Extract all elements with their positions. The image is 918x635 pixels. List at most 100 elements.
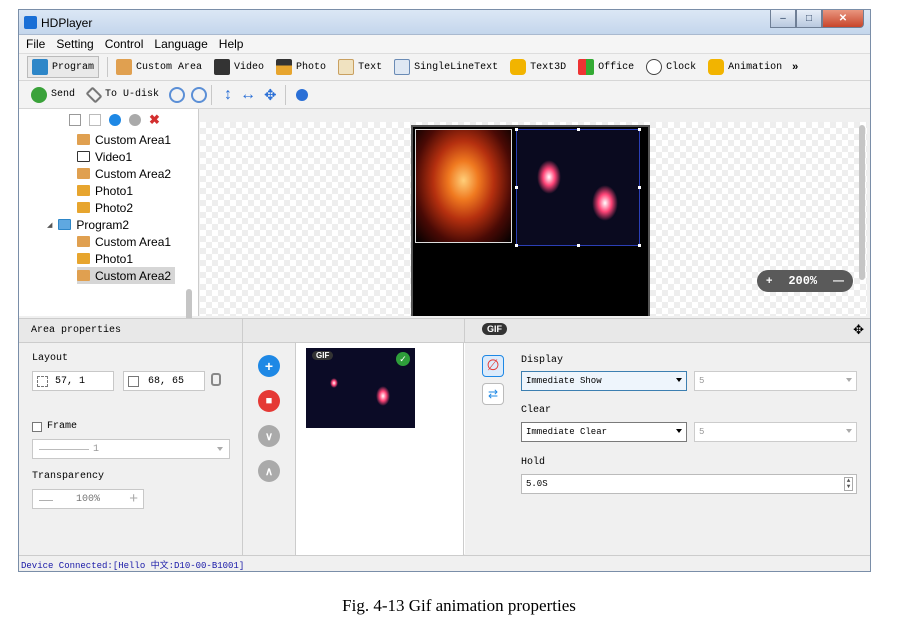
clear-speed-select[interactable]: 5	[694, 422, 857, 442]
tree-item-label: Video1	[95, 149, 133, 164]
copy-icon[interactable]	[69, 114, 81, 126]
move-down-icon[interactable]	[129, 114, 141, 126]
app-icon	[24, 16, 37, 29]
gif-list: GIF ✓	[296, 343, 464, 555]
menu-setting[interactable]: Setting	[56, 37, 93, 51]
delete-button[interactable]: ■	[258, 390, 280, 412]
custom-area-button[interactable]: Custom Area	[112, 56, 206, 78]
tree-item-photo[interactable]: Photo2	[77, 199, 133, 216]
firework-spark	[330, 378, 338, 388]
status-bar: Device Connected:[Hello 中文:D10-00-B1001]	[19, 555, 870, 571]
menu-language[interactable]: Language	[154, 37, 207, 51]
menu-help[interactable]: Help	[219, 37, 244, 51]
custom-area1-preview[interactable]	[415, 129, 512, 243]
delete-icon[interactable]: ✖	[149, 112, 160, 128]
zoom-out-button[interactable]: —	[833, 275, 844, 287]
video-button[interactable]: Video	[210, 56, 268, 78]
clear-effect-select[interactable]: Immediate Clear	[521, 422, 687, 442]
animation-button[interactable]: Animation	[704, 56, 786, 78]
chevron-down-icon	[676, 429, 682, 433]
video-icon	[214, 59, 231, 75]
app-window: HDPlayer – □ ✕ File Setting Control Lang…	[18, 9, 871, 572]
menu-bar: File Setting Control Language Help	[19, 35, 870, 54]
close-button[interactable]: ✕	[822, 10, 864, 28]
hold-time-stepper[interactable]: 5.0S ▲ ▼	[521, 474, 857, 494]
program-button[interactable]: Program	[27, 56, 100, 78]
spin-arrows-icon[interactable]: ▲ ▼	[844, 477, 853, 491]
move-up-button[interactable]: ∧	[258, 460, 280, 482]
canvas-scrollbar[interactable]	[859, 125, 865, 280]
move-down-button[interactable]: ∨	[258, 425, 280, 447]
photo-icon	[276, 59, 293, 75]
text-button[interactable]: Text	[334, 56, 386, 78]
custom-area2-preview[interactable]	[515, 128, 641, 247]
tree-item-label: Program2	[76, 217, 130, 232]
office-button[interactable]: Office	[574, 56, 638, 78]
no-effect-icon[interactable]: ∅	[482, 355, 504, 377]
tree-item-program[interactable]: ◢ Program2	[47, 216, 129, 233]
frame-checkbox[interactable]	[32, 422, 42, 432]
detach-panel-icon[interactable]: ✥	[853, 322, 864, 338]
to-udisk-button[interactable]: To U-disk	[83, 84, 163, 106]
paste-icon[interactable]	[89, 114, 101, 126]
gif-thumbnail[interactable]: GIF ✓	[306, 348, 415, 428]
toolbar-overflow-button[interactable]: »	[792, 61, 798, 73]
zoom-in-icon[interactable]	[169, 86, 186, 103]
zoom-out-icon[interactable]	[191, 86, 208, 103]
clear-label: Clear	[521, 405, 552, 416]
firework-spark	[537, 160, 561, 194]
display-effect-select[interactable]: Immediate Show	[521, 371, 687, 391]
tree-item-custom-area[interactable]: Custom Area2	[77, 165, 171, 182]
size-field[interactable]: 68, 65	[123, 371, 205, 391]
photo-icon	[77, 202, 90, 213]
gif-badge: GIF	[482, 323, 507, 335]
display-label: Display	[521, 355, 564, 366]
tree-item-photo[interactable]: Photo1	[77, 250, 133, 267]
action-toolbar: Send To U-disk ↕ ↔ ✥	[19, 81, 870, 109]
single-line-text-icon	[394, 59, 411, 75]
maximize-button[interactable]: □	[796, 10, 822, 28]
expand-icon[interactable]: ◢	[47, 221, 52, 229]
position-field[interactable]: 57, 1	[32, 371, 114, 391]
custom-area-icon	[77, 168, 90, 179]
tree-item-photo[interactable]: Photo1	[77, 182, 133, 199]
single-line-text-button[interactable]: SingleLineText	[390, 56, 502, 78]
text3d-button[interactable]: Text3D	[506, 56, 570, 78]
add-button[interactable]: +	[258, 355, 280, 377]
clock-icon	[646, 59, 663, 75]
photo-button[interactable]: Photo	[272, 56, 330, 78]
menu-control[interactable]: Control	[105, 37, 144, 51]
move-up-icon[interactable]	[109, 114, 121, 126]
increase-button[interactable]: +	[129, 490, 138, 507]
tree-item-video[interactable]: Video1	[77, 148, 132, 165]
chevron-down-icon	[846, 429, 852, 433]
frame-select[interactable]: 1	[32, 439, 230, 459]
position-icon	[37, 376, 48, 387]
photo-icon	[77, 253, 90, 264]
hold-label: Hold	[521, 457, 546, 468]
tree-item-custom-area[interactable]: Custom Area1	[77, 131, 171, 148]
tree-item-label: Custom Area2	[95, 268, 172, 283]
zoom-control: + 200% —	[757, 270, 853, 292]
properties-panel: Area properties GIF ✥ Layout 57, 1 68, 6…	[19, 318, 870, 555]
display-speed-select[interactable]: 5	[694, 371, 857, 391]
decrease-button[interactable]: —	[39, 491, 53, 507]
tree-item-custom-area[interactable]: Custom Area2	[77, 267, 176, 284]
horizontal-fit-icon[interactable]: ↔	[240, 86, 256, 104]
firework-spark	[592, 185, 618, 221]
minimize-button[interactable]: –	[770, 10, 796, 28]
send-button[interactable]: Send	[27, 84, 79, 106]
thumb-gif-badge: GIF	[312, 351, 334, 360]
vertical-fit-icon[interactable]: ↕	[224, 86, 232, 104]
tree-item-custom-area[interactable]: Custom Area1	[77, 233, 171, 250]
menu-file[interactable]: File	[26, 37, 45, 51]
clock-button[interactable]: Clock	[642, 56, 700, 78]
transparency-label: Transparency	[32, 471, 105, 482]
led-screen-preview	[411, 125, 650, 316]
zoom-in-button[interactable]: +	[766, 275, 772, 287]
shuffle-icon[interactable]: ⇄	[482, 383, 504, 405]
fit-all-icon[interactable]: ✥	[264, 86, 277, 104]
lock-icon[interactable]	[211, 373, 221, 386]
transparency-stepper[interactable]: — 100% +	[32, 489, 144, 509]
play-icon[interactable]	[295, 88, 308, 101]
